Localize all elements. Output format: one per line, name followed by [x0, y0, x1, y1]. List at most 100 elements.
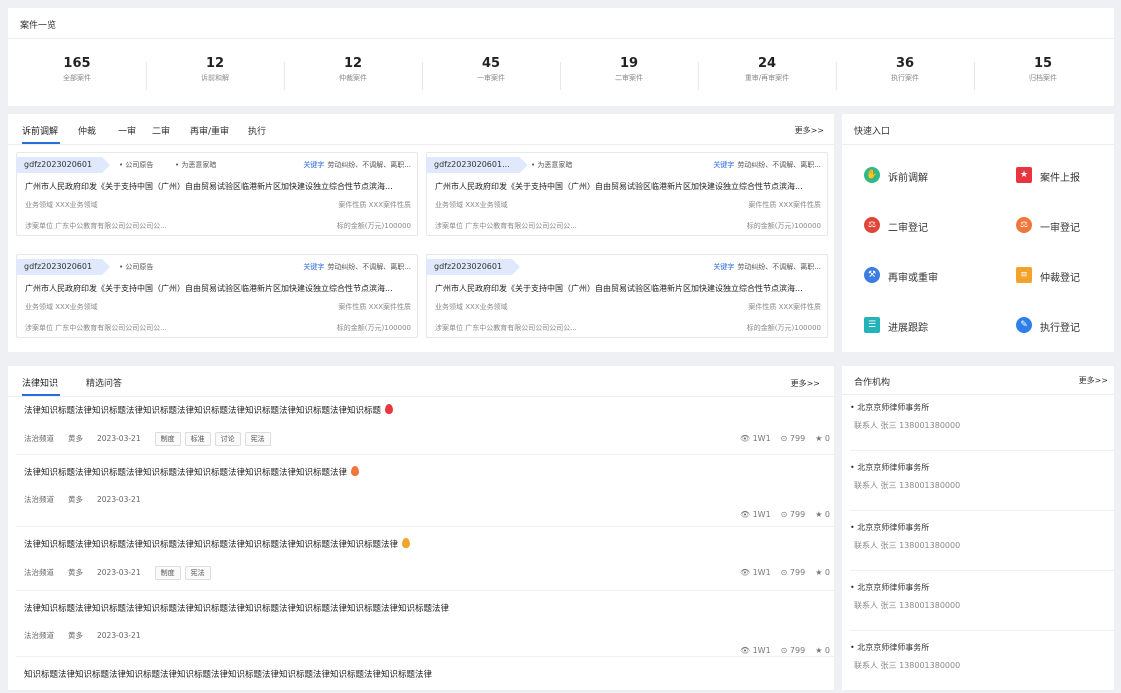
case-tab[interactable]: 再审/重审 [190, 124, 229, 137]
stat-card[interactable]: 165 全部案件 [8, 56, 146, 84]
divider [16, 656, 834, 657]
keyword-label: 关键字 [713, 263, 735, 271]
divider [16, 454, 834, 455]
quick-entry-item[interactable]: ⚖ 二审登记 [864, 216, 984, 234]
stat-card[interactable]: 12 仲裁案件 [284, 56, 422, 84]
stat-divider [146, 62, 147, 90]
divider [850, 510, 1114, 511]
tag-chip[interactable]: 标准 [184, 432, 211, 446]
overview-title: 案件一览 [20, 21, 57, 31]
case-info-row: 涉案单位 广东中公教育有限公司公司公司公... 标的金额(万元)100000 [435, 221, 821, 231]
knowledge-stats: 👁 1W1 ⊙ 799 ★ 0 [730, 510, 830, 519]
quick-entry-item[interactable]: ☰ 进展跟踪 [864, 316, 984, 334]
partner-item[interactable]: • 北京京师律师事务所 联系人 张三 138001380000 [850, 642, 1110, 678]
knowledge-title: 法律知识标题法律知识标题法律知识标题法律知识标题法律知识标题法律知识标题法律知识… [24, 602, 830, 614]
partner-item[interactable]: • 北京京师律师事务所 联系人 张三 138001380000 [850, 462, 1110, 498]
contact-phone: 138001380000 [899, 661, 961, 670]
cases-more-link[interactable]: 更多>> [795, 125, 824, 136]
divider [842, 144, 1114, 145]
divider [16, 590, 834, 591]
tag-chip[interactable]: 讨论 [214, 432, 241, 446]
like-icon[interactable]: ★ [815, 510, 825, 519]
case-tab[interactable]: 诉前调解 [22, 124, 58, 137]
quick-entry-label: 一审登记 [1040, 223, 1080, 234]
stat-value: 12 [205, 56, 225, 71]
stat-divider [560, 62, 561, 90]
stat-card[interactable]: 24 重审/再审案件 [698, 56, 836, 84]
knowledge-item[interactable]: 知识标题法律知识标题法律知识标题法律知识标题法律知识标题法律知识标题法律知识标题… [24, 668, 830, 690]
quick-entry-item[interactable]: ✋ 诉前调解 [864, 166, 984, 184]
stat-card[interactable]: 19 二审案件 [560, 56, 698, 84]
tag-chip[interactable]: 制度 [154, 566, 181, 580]
like-icon[interactable]: ★ [815, 568, 825, 577]
knowledge-tab[interactable]: 精选问答 [86, 376, 122, 389]
contact-label: 联系人 [854, 601, 878, 610]
case-card[interactable]: gdfz2023020601 • 公司原告 关键字 劳动纠纷、不调解、离职... 广州市… [16, 254, 418, 338]
knowledge-meta: 法治频道 黄多 2023-03-21 [24, 494, 155, 505]
knowledge-item[interactable]: 法律知识标题法律知识标题法律知识标题法律知识标题法律知识标题法律知识标题法律知识… [24, 538, 830, 580]
quick-entry-item[interactable]: ★ 案件上报 [1016, 166, 1121, 184]
quick-entry-item[interactable]: ≡ 仲裁登记 [1016, 266, 1121, 284]
comment-count: 799 [789, 568, 806, 577]
quick-entry-label: 进展跟踪 [888, 323, 928, 334]
stat-value: 36 [895, 56, 915, 71]
knowledge-stats: 👁 1W1 ⊙ 799 ★ 0 [730, 646, 830, 655]
field-value: XXX业务领域 [465, 201, 508, 209]
partner-name: • 北京京师律师事务所 [850, 403, 930, 412]
stat-card[interactable]: 12 诉前和解 [146, 56, 284, 84]
knowledge-title-text: 法律知识标题法律知识标题法律知识标题法律知识标题法律知识标题法律知识标题法律 [24, 468, 348, 478]
divider [842, 394, 1114, 395]
comment-count: 799 [789, 646, 806, 655]
case-card[interactable]: gdfz2023020601... • 为恶意家暗 关键字 劳动纠纷、不调解、离职..… [426, 152, 828, 236]
case-tab[interactable]: 执行 [248, 124, 266, 137]
case-info-row: 涉案单位 广东中公教育有限公司公司公司公... 标的金额(万元)100000 [435, 323, 821, 333]
case-keywords: 关键字 劳动纠纷、不调解、离职... [713, 262, 821, 272]
knowledge-more-link[interactable]: 更多>> [791, 378, 820, 389]
stat-card[interactable]: 45 一审案件 [422, 56, 560, 84]
divider [16, 526, 834, 527]
stat-card[interactable]: 15 归档案件 [974, 56, 1112, 84]
author: 黄多 [68, 631, 83, 640]
comment-icon: ⊙ [780, 510, 790, 519]
author: 黄多 [68, 495, 83, 504]
knowledge-item[interactable]: 法律知识标题法律知识标题法律知识标题法律知识标题法律知识标题法律知识标题法律 法治… [24, 466, 830, 519]
partner-item[interactable]: • 北京京师律师事务所联系人 张三 138001380000 [850, 402, 1110, 438]
unit-value: 广东中公教育有限公司公司公司公... [55, 324, 167, 332]
quick-entry-item[interactable]: ⚖ 一审登记 [1016, 216, 1121, 234]
case-tab[interactable]: 一审 [118, 124, 136, 137]
like-icon[interactable]: ★ [815, 434, 825, 443]
case-title: 广州市人民政府印发《关于支持中国（广州）自由贸易试验区临港新片区加快建设独立综合… [25, 284, 393, 293]
amount-value: 100000 [794, 222, 821, 230]
partner-item[interactable]: • 北京京师律师事务所 联系人 张三 138001380000 [850, 522, 1110, 558]
partner-name: • 北京京师律师事务所 [850, 463, 930, 472]
tag-chip[interactable]: 制度 [154, 432, 181, 446]
case-card[interactable]: gdfz2023020601 关键字 劳动纠纷、不调解、离职... 广州市人民政府印发… [426, 254, 828, 338]
date: 2023-03-21 [97, 495, 141, 504]
knowledge-title: 法律知识标题法律知识标题法律知识标题法律知识标题法律知识标题法律知识标题法律 [24, 466, 830, 478]
quick-entry-item[interactable]: ⚒ 再审或重审 [864, 266, 984, 284]
tag-chip[interactable]: 宪法 [244, 432, 271, 446]
case-tab[interactable]: 二审 [152, 124, 170, 137]
knowledge-item[interactable]: 法律知识标题法律知识标题法律知识标题法律知识标题法律知识标题法律知识标题法律知识… [24, 404, 830, 446]
contact-label: 联系人 [854, 421, 878, 430]
amount-label: 标的金额(万元) [336, 324, 385, 332]
case-card[interactable]: gdfz2023020601 • 公司原告 • 为恶意家暗 关键字 劳动纠纷、不调解、离… [16, 152, 418, 236]
partners-more-link[interactable]: 更多>> [1079, 375, 1108, 386]
like-icon[interactable]: ★ [815, 646, 825, 655]
stat-value: 15 [1033, 56, 1053, 71]
knowledge-tab[interactable]: 法律知识 [22, 376, 58, 389]
case-info-row: 业务领域 XXX业务领域 案件性质 XXX案件性质 [435, 200, 821, 210]
knowledge-item[interactable]: 法律知识标题法律知识标题法律知识标题法律知识标题法律知识标题法律知识标题法律知识… [24, 602, 830, 655]
stat-label: 全部案件 [63, 74, 91, 82]
field-label: 业务领域 [435, 201, 463, 209]
case-info-row: 涉案单位 广东中公教育有限公司公司公司公... 标的金额(万元)100000 [25, 221, 411, 231]
quick-entry-item[interactable]: ✎ 执行登记 [1016, 316, 1121, 334]
partner-item[interactable]: • 北京京师律师事务所 联系人 张三 138001380000 [850, 582, 1110, 618]
partner-name: • 北京京师律师事务所 [850, 643, 930, 652]
partner-contact: 联系人 张三 138001380000 [854, 420, 960, 431]
like-count: 0 [824, 568, 830, 577]
stat-card[interactable]: 36 执行案件 [836, 56, 974, 84]
case-tab[interactable]: 仲裁 [78, 124, 96, 137]
tag-chip[interactable]: 宪法 [184, 566, 211, 580]
stat-value: 165 [63, 56, 91, 71]
